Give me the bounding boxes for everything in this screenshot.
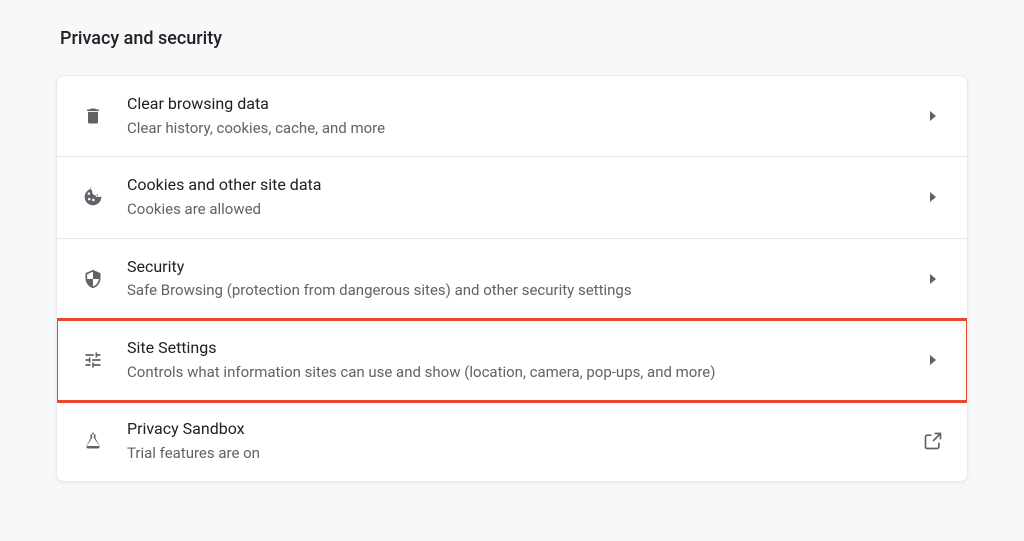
section-title: Privacy and security — [56, 28, 968, 49]
row-title: Clear browsing data — [127, 94, 923, 115]
privacy-security-section: Privacy and security Clear browsing data… — [0, 0, 1024, 510]
row-subtitle: Controls what information sites can use … — [127, 363, 923, 383]
shield-icon — [79, 265, 107, 293]
row-subtitle: Cookies are allowed — [127, 200, 923, 220]
row-text: Clear browsing data Clear history, cooki… — [107, 94, 923, 138]
clear-browsing-data-row[interactable]: Clear browsing data Clear history, cooki… — [57, 76, 967, 157]
external-link-icon — [923, 431, 943, 451]
cookies-row[interactable]: Cookies and other site data Cookies are … — [57, 157, 967, 238]
cookie-icon — [79, 183, 107, 211]
row-title: Security — [127, 257, 923, 278]
row-title: Site Settings — [127, 338, 923, 359]
chevron-right-icon — [923, 269, 943, 289]
flask-icon — [79, 427, 107, 455]
tune-icon — [79, 346, 107, 374]
row-subtitle: Clear history, cookies, cache, and more — [127, 119, 923, 139]
row-text: Security Safe Browsing (protection from … — [107, 257, 923, 301]
settings-card: Clear browsing data Clear history, cooki… — [56, 75, 968, 482]
security-row[interactable]: Security Safe Browsing (protection from … — [57, 239, 967, 320]
chevron-right-icon — [923, 187, 943, 207]
row-text: Cookies and other site data Cookies are … — [107, 175, 923, 219]
privacy-sandbox-row[interactable]: Privacy Sandbox Trial features are on — [57, 401, 967, 481]
row-text: Site Settings Controls what information … — [107, 338, 923, 382]
row-title: Privacy Sandbox — [127, 419, 923, 440]
site-settings-row[interactable]: Site Settings Controls what information … — [57, 320, 967, 401]
chevron-right-icon — [923, 106, 943, 126]
row-subtitle: Safe Browsing (protection from dangerous… — [127, 281, 923, 301]
trash-icon — [79, 102, 107, 130]
row-title: Cookies and other site data — [127, 175, 923, 196]
chevron-right-icon — [923, 350, 943, 370]
row-subtitle: Trial features are on — [127, 444, 923, 464]
row-text: Privacy Sandbox Trial features are on — [107, 419, 923, 463]
